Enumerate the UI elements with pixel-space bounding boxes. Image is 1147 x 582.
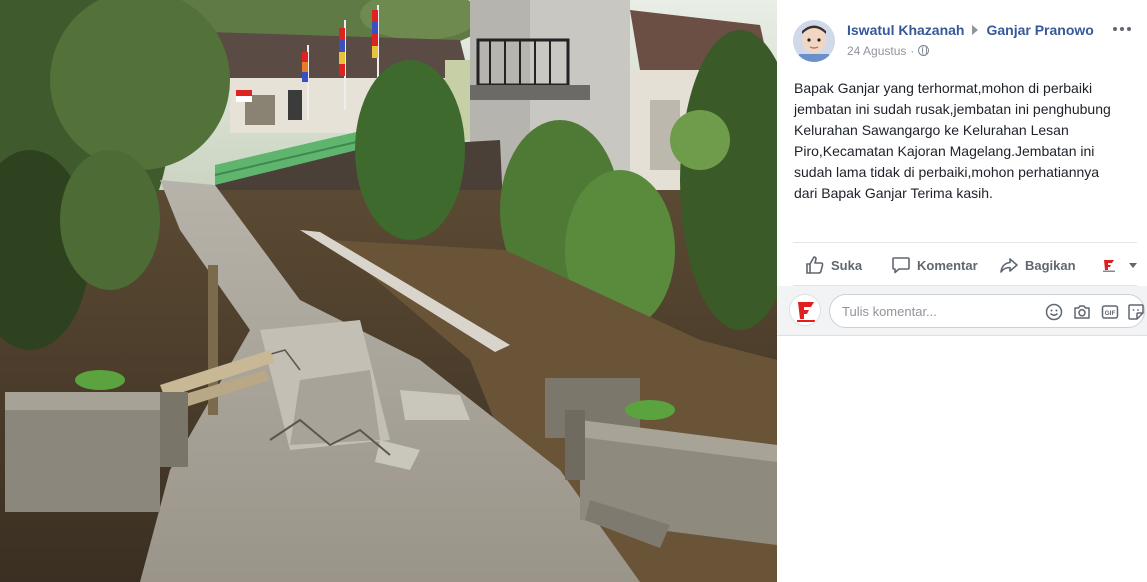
- author-avatar[interactable]: [793, 20, 835, 62]
- share-label: Bagikan: [1025, 257, 1076, 273]
- speech-bubble-icon: [892, 257, 910, 274]
- post-text: Bapak Ganjar yang terhormat,mohon di per…: [794, 78, 1130, 204]
- post-as-selector[interactable]: [1101, 254, 1137, 276]
- author-line: Iswatul Khazanah Ganjar Pranowo: [847, 22, 1094, 38]
- target-page-name[interactable]: Ganjar Pranowo: [986, 22, 1093, 38]
- arrow-right-icon: [972, 25, 979, 36]
- post-text-line: Piro,Kecamatan Kajoran Magelang.Jembatan…: [794, 143, 1095, 159]
- smiley-icon[interactable]: [1044, 302, 1064, 322]
- gif-icon[interactable]: GIF: [1100, 302, 1120, 322]
- more-options-icon[interactable]: [1113, 22, 1133, 36]
- svg-text:GIF: GIF: [1105, 310, 1116, 317]
- globe-icon[interactable]: [918, 44, 930, 56]
- comment-button[interactable]: Komentar: [891, 254, 978, 276]
- post-text-line: dari Bapak Ganjar Terima kasih.: [794, 185, 993, 201]
- post-photo[interactable]: [0, 0, 777, 582]
- post-text-line: Bapak Ganjar yang terhormat,mohon di per…: [794, 80, 1093, 96]
- damaged-bridge-photo: [0, 0, 777, 582]
- commenter-avatar[interactable]: [789, 294, 821, 326]
- post-text-line: Kelurahan Sawangargo ke Kelurahan Lesan: [794, 122, 1069, 138]
- comment-input-box[interactable]: GIF: [829, 294, 1145, 328]
- post-panel: Iswatul Khazanah Ganjar Pranowo 24 Agustu…: [777, 0, 1147, 582]
- camera-icon[interactable]: [1072, 302, 1092, 322]
- post-text-line: sudah lama tidak di perbaiki,mohon perha…: [794, 164, 1100, 180]
- share-button[interactable]: Bagikan: [999, 254, 1076, 276]
- caret-down-icon: [1129, 262, 1137, 268]
- thumbs-up-icon: [806, 256, 824, 274]
- action-bar: Suka Komentar Bagikan: [793, 242, 1137, 286]
- like-button[interactable]: Suka: [805, 254, 862, 276]
- meta-separator: ·: [910, 44, 915, 58]
- post-meta: 24 Agustus ·: [847, 44, 930, 58]
- sticker-icon[interactable]: [1126, 302, 1146, 322]
- post-header: Iswatul Khazanah Ganjar Pranowo 24 Agustu…: [793, 18, 1133, 62]
- post-date[interactable]: 24 Agustus: [847, 44, 906, 58]
- comment-label: Komentar: [917, 257, 978, 273]
- author-name[interactable]: Iswatul Khazanah: [847, 22, 964, 38]
- post-text-line: jembatan ini sudah rusak,jembatan ini pe…: [794, 101, 1111, 117]
- comment-composer: GIF: [777, 286, 1147, 336]
- share-arrow-icon: [1000, 258, 1018, 273]
- comment-input[interactable]: [842, 295, 1022, 327]
- page-logo-icon: [790, 295, 820, 325]
- like-label: Suka: [831, 257, 863, 273]
- page-logo-icon: [1103, 260, 1115, 272]
